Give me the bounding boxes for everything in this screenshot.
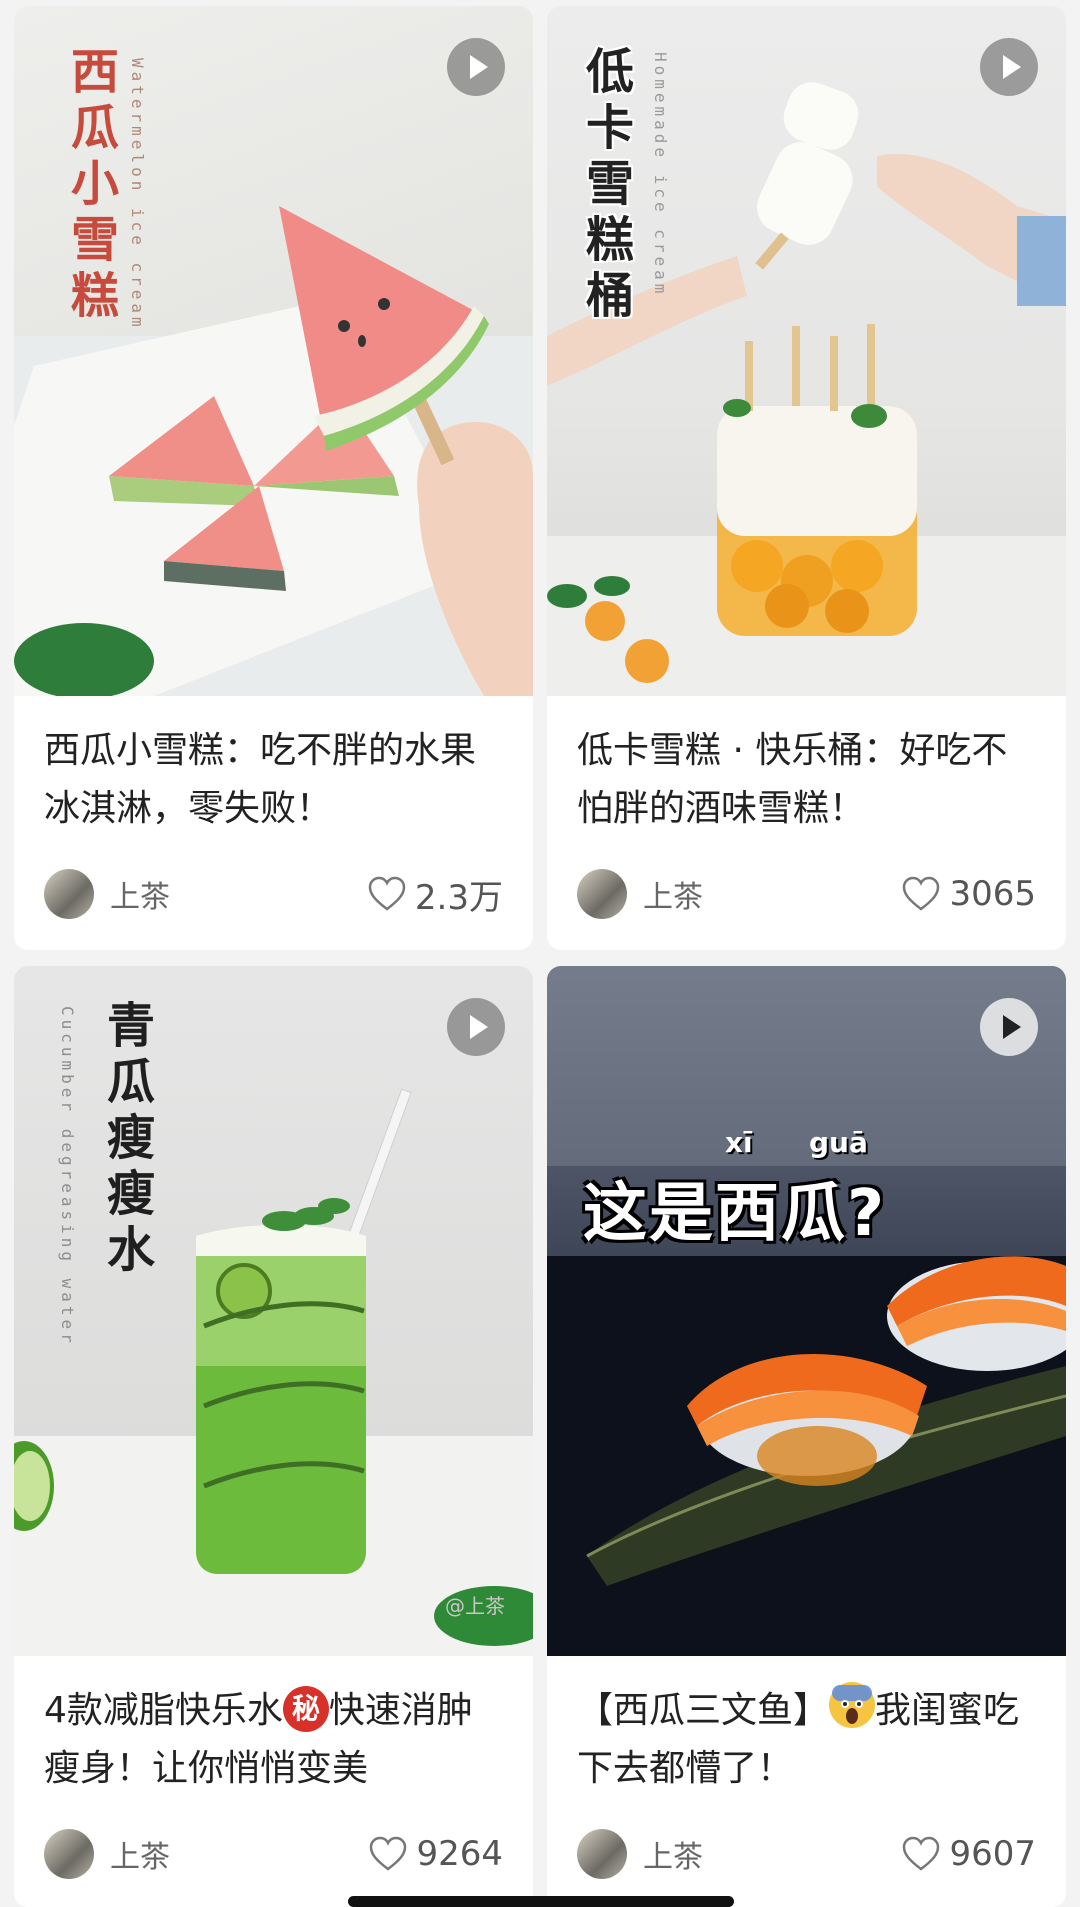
play-icon[interactable] <box>447 38 505 96</box>
screaming-face-emoji <box>829 1682 876 1728</box>
post-title[interactable]: 【西瓜三文鱼】 我闺蜜吃下去都懵了！ <box>577 1682 1036 1798</box>
recipe-card[interactable]: 青瓜瘦瘦水 Cucumber degreasing water @上茶 4款减脂… <box>14 966 533 1907</box>
play-icon[interactable] <box>980 38 1038 96</box>
like-button[interactable]: 2.3万 <box>367 870 503 919</box>
recipe-card[interactable]: xī guā 这是西瓜? 【西瓜三文鱼】 我闺蜜吃下去都懵了！ 上茶 9607 <box>547 966 1066 1907</box>
cucumber-drink-illustration <box>14 1088 533 1656</box>
author[interactable]: 上茶 <box>44 869 170 919</box>
author[interactable]: 上茶 <box>577 1829 703 1879</box>
overlay-title: 低卡雪糕桶 <box>577 46 633 326</box>
post-title[interactable]: 低卡雪糕 · 快乐桶：好吃不怕胖的酒味雪糕！ <box>577 722 1036 838</box>
overlay-subtitle: Cucumber degreasing water <box>58 1006 77 1347</box>
like-count: 2.3万 <box>414 877 503 918</box>
heart-icon[interactable] <box>901 875 941 913</box>
recipe-feed: 西瓜小雪糕 Watermelon ice cream 西瓜小雪糕：吃不胖的水果冰… <box>0 0 1080 1907</box>
like-button[interactable]: 3065 <box>901 874 1036 914</box>
overlay-title: 青瓜瘦瘦水 <box>98 1000 154 1280</box>
heart-icon[interactable] <box>368 1835 408 1873</box>
overlay-title: 西瓜小雪糕 <box>62 46 118 326</box>
like-button[interactable]: 9264 <box>368 1834 503 1874</box>
avatar[interactable] <box>577 1829 627 1879</box>
overlay-title: 这是西瓜? <box>583 1177 887 1251</box>
post-title[interactable]: 西瓜小雪糕：吃不胖的水果冰淇淋，零失败！ <box>44 722 503 838</box>
like-count: 9264 <box>416 1834 503 1874</box>
like-count: 9607 <box>949 1834 1036 1874</box>
author-name[interactable]: 上茶 <box>643 872 703 916</box>
overlay-pinyin-xi: xī <box>725 1126 753 1159</box>
author-name[interactable]: 上茶 <box>643 1832 703 1876</box>
cover-image-watermelon-salmon[interactable]: xī guā 这是西瓜? <box>547 966 1066 1656</box>
author[interactable]: 上茶 <box>44 1829 170 1879</box>
avatar[interactable] <box>44 1829 94 1879</box>
cover-image-ice-cream-bucket[interactable]: 低卡雪糕桶 Homemade ice cream <box>547 6 1066 696</box>
heart-icon[interactable] <box>367 875 407 913</box>
watermark: @上茶 <box>445 1594 505 1618</box>
play-icon[interactable] <box>447 998 505 1056</box>
author-name[interactable]: 上茶 <box>110 1832 170 1876</box>
overlay-subtitle: Watermelon ice cream <box>128 58 147 331</box>
cover-image-watermelon-popsicle[interactable]: 西瓜小雪糕 Watermelon ice cream <box>14 6 533 696</box>
like-count: 3065 <box>949 874 1036 914</box>
heart-icon[interactable] <box>901 1835 941 1873</box>
secret-badge: 秘 <box>282 1686 329 1732</box>
avatar[interactable] <box>577 869 627 919</box>
recipe-card[interactable]: 西瓜小雪糕 Watermelon ice cream 西瓜小雪糕：吃不胖的水果冰… <box>14 6 533 950</box>
post-title-text: 【西瓜三文鱼】 <box>577 1690 830 1731</box>
overlay-pinyin-gua: guā <box>809 1126 868 1159</box>
cover-image-cucumber-water[interactable]: 青瓜瘦瘦水 Cucumber degreasing water @上茶 <box>14 966 533 1656</box>
post-title-text: 4款减脂快乐水 <box>44 1690 283 1731</box>
home-indicator[interactable] <box>348 1896 734 1907</box>
watermelon-salmon-illustration <box>547 966 1066 1656</box>
author-name[interactable]: 上茶 <box>110 872 170 916</box>
like-button[interactable]: 9607 <box>901 1834 1036 1874</box>
author[interactable]: 上茶 <box>577 869 703 919</box>
play-icon[interactable] <box>980 998 1038 1056</box>
avatar[interactable] <box>44 869 94 919</box>
recipe-card[interactable]: 低卡雪糕桶 Homemade ice cream 低卡雪糕 · 快乐桶：好吃不怕… <box>547 6 1066 950</box>
post-title[interactable]: 4款减脂快乐水秘快速消肿瘦身！让你悄悄变美 <box>44 1682 503 1798</box>
overlay-subtitle: Homemade ice cream <box>651 52 670 298</box>
